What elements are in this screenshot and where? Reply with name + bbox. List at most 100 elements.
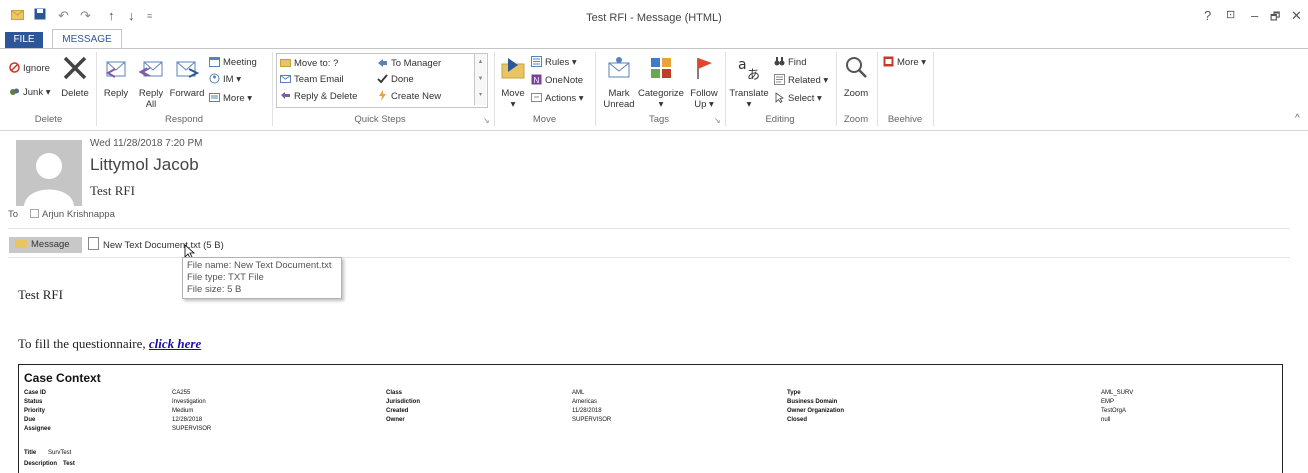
to-manager-icon [377,57,388,68]
quick-step-label: Create New [391,91,442,102]
quick-step-team-email[interactable]: Team Email [280,73,344,87]
beehive-more-button[interactable]: More ▾ [883,56,926,70]
categorize-label-1: Categorize [638,88,684,99]
tab-file[interactable]: FILE [5,32,43,48]
svg-text:N: N [534,76,540,85]
case-context-table [18,364,1283,473]
sender-name[interactable]: Littymol Jacob [90,155,199,175]
move-button[interactable]: Move ▾ [498,55,528,110]
close-icon[interactable]: ✕ [1291,8,1302,24]
editing-group-label: Editing [765,114,795,125]
rules-button[interactable]: Rules ▾ [531,56,577,70]
reply-all-button[interactable]: Reply All [135,55,167,110]
questionnaire-link[interactable]: click here [149,336,201,351]
case-field-value: TestOrgA [1101,408,1127,414]
case-context-title: Case Context [24,371,101,385]
quick-steps-scrollbar[interactable]: ▲ ▼ ▾ [474,54,486,105]
find-button[interactable]: Find [774,56,806,70]
group-separator [933,52,934,126]
select-cursor-icon [774,92,785,104]
onenote-button[interactable]: N OneNote [531,74,583,88]
group-separator [96,52,97,126]
find-label: Find [788,57,807,68]
junk-button[interactable]: Junk ▾ [9,86,50,100]
related-icon [774,74,785,85]
reply-button[interactable]: Reply [101,55,131,99]
scroll-up-icon[interactable]: ▲ [475,54,486,71]
case-field-label: Type [787,390,801,396]
rules-label: Rules ▾ [545,57,577,68]
collapse-ribbon-icon[interactable]: ^ [1295,113,1300,124]
quick-step-reply-delete[interactable]: Reply & Delete [280,90,357,104]
quick-steps-launcher-icon[interactable]: ↘ [483,116,490,125]
quick-step-create-new[interactable]: Create New [377,90,441,104]
case-field-value: 11/28/2018 [572,408,602,414]
case-field-label: Closed [787,417,808,423]
quick-step-to-manager[interactable]: To Manager [377,57,441,71]
meeting-button[interactable]: Meeting [209,56,257,70]
lightning-icon [377,90,388,101]
ignore-button[interactable]: Ignore [9,62,50,76]
delete-button[interactable]: Delete [60,55,90,99]
minimize-icon[interactable]: – [1251,8,1258,23]
tags-launcher-icon[interactable]: ↘ [714,116,721,125]
case-field-value: Medium [172,408,194,414]
im-icon [209,73,220,84]
select-button[interactable]: Select ▾ [774,92,822,106]
quick-step-label: To Manager [391,58,442,69]
case-field-label: Due [24,417,36,423]
forward-button[interactable]: Forward [168,55,206,99]
window-title: Test RFI - Message (HTML) [586,12,722,24]
quick-step-label: Done [391,74,414,85]
categorize-button[interactable]: Categorize ▾ [637,55,685,110]
case-field-label: Owner [386,417,405,423]
recipient[interactable]: Arjun Krishnappa [30,209,115,220]
binoculars-icon [774,56,785,67]
delete-group-label: Delete [34,114,63,125]
reply-delete-icon [280,90,291,101]
to-label: To [8,209,19,220]
magnifier-icon [840,55,872,84]
restore-icon[interactable]: 🗗 [1270,8,1280,27]
actions-icon [531,92,542,103]
case-field-value: null [1101,417,1111,423]
folder-move-icon [280,57,291,68]
reply-all-label-line2: All [145,99,157,110]
im-button[interactable]: IM ▾ [209,73,241,87]
group-separator [836,52,837,126]
actions-button[interactable]: Actions ▾ [531,92,584,106]
meeting-icon [209,56,220,67]
expand-gallery-icon[interactable]: ▾ [475,88,486,103]
translate-button[interactable]: aあ Translate ▾ [728,55,770,110]
mark-unread-button[interactable]: Mark Unread [602,55,636,110]
quick-step-move-to[interactable]: Move to: ? [280,57,338,71]
group-separator [272,52,273,126]
quick-step-done[interactable]: Done [377,73,414,87]
case-field-value: CA255 [172,390,191,396]
respond-more-button[interactable]: More ▾ [209,92,252,106]
help-icon[interactable]: ? [1204,8,1211,23]
tooltip-file-type: File type: TXT File [187,272,264,283]
forward-label: Forward [169,88,205,99]
follow-up-button[interactable]: Follow Up ▾ [686,55,722,110]
ribbon-display-options-icon[interactable]: ⊡ [1226,8,1235,21]
zoom-button[interactable]: Zoom [840,55,872,99]
message-tab-button[interactable]: Message [9,237,82,253]
related-button[interactable]: Related ▾ [774,74,828,88]
case-field-label: Description [24,461,58,467]
beehive-icon [883,56,894,67]
meeting-label: Meeting [223,57,257,68]
text-file-icon [88,237,99,250]
forward-icon [168,55,206,84]
case-field-value: 12/28/2018 [172,417,203,423]
case-field-label: Case ID [24,390,47,396]
junk-icon [9,86,20,97]
body-text-prefix: To fill the questionnaire, [18,336,149,351]
attachment-file[interactable]: New Text Document.txt (5 B) [88,237,224,254]
zoom-group-label: Zoom [843,114,869,125]
tab-message[interactable]: MESSAGE [52,29,122,50]
scroll-down-icon[interactable]: ▼ [475,71,486,88]
message-tab-label: Message [31,239,70,250]
checkmark-icon [377,73,388,84]
move-folder-icon [498,55,528,84]
